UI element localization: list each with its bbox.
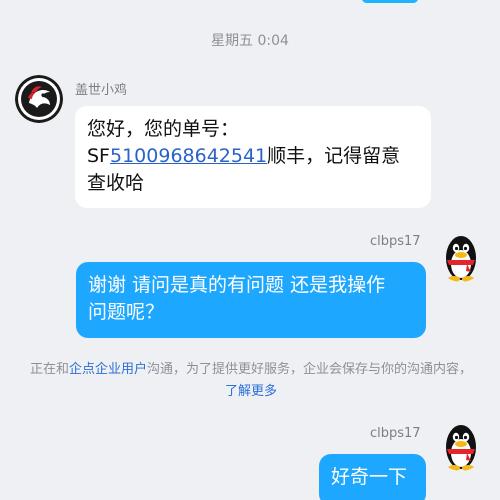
sent-message-bubble[interactable]: 谢谢 请问是真的有问题 还是我操作 问题呢？ [76,262,426,338]
message-timestamp: 星期五 0:04 [211,33,289,49]
qq-penguin-icon[interactable] [437,234,485,282]
privacy-notice: 正在和企点企业用户沟通，为了提供更好服务，企业会保存与你的沟通内容， 了解更多 [25,359,477,403]
message-text-line: 问题呢？ [88,301,165,323]
message-text-line: 谢谢 请问是真的有问题 还是我操作 [88,274,386,296]
tracking-number-link[interactable]: 5100968642541 [110,145,267,167]
learn-more-link[interactable]: 了解更多 [225,384,277,399]
message-text-line: 您好，您的单号： [87,118,240,140]
chat-view: 星期五 0:04 盖世小鸡 您好，您的单号： SF5100968642541顺丰… [0,0,500,500]
message-text: 好奇一下 [331,466,408,488]
order-suffix: 顺丰，记得留意 [267,145,401,167]
sender-name: clbps17 [370,426,421,441]
notice-middle: 沟通，为了提供更好服务，企业会保存与你的沟通内容， [147,362,473,377]
rooster-logo-icon[interactable] [15,75,63,123]
previous-message-bubble-edge [362,0,418,3]
received-message-bubble[interactable]: 您好，您的单号： SF5100968642541顺丰，记得留意 查收哈 [75,106,431,208]
company-user-link[interactable]: 企点企业用户 [69,362,147,377]
sender-name: clbps17 [370,234,421,249]
order-prefix: SF [87,145,110,167]
sender-name: 盖世小鸡 [75,83,128,98]
notice-prefix: 正在和 [29,362,69,377]
message-text-line: 查收哈 [87,172,145,194]
message-text-line: SF5100968642541顺丰，记得留意 [87,143,419,170]
qq-penguin-icon[interactable] [437,423,485,471]
sent-message-bubble[interactable]: 好奇一下 [319,454,426,500]
